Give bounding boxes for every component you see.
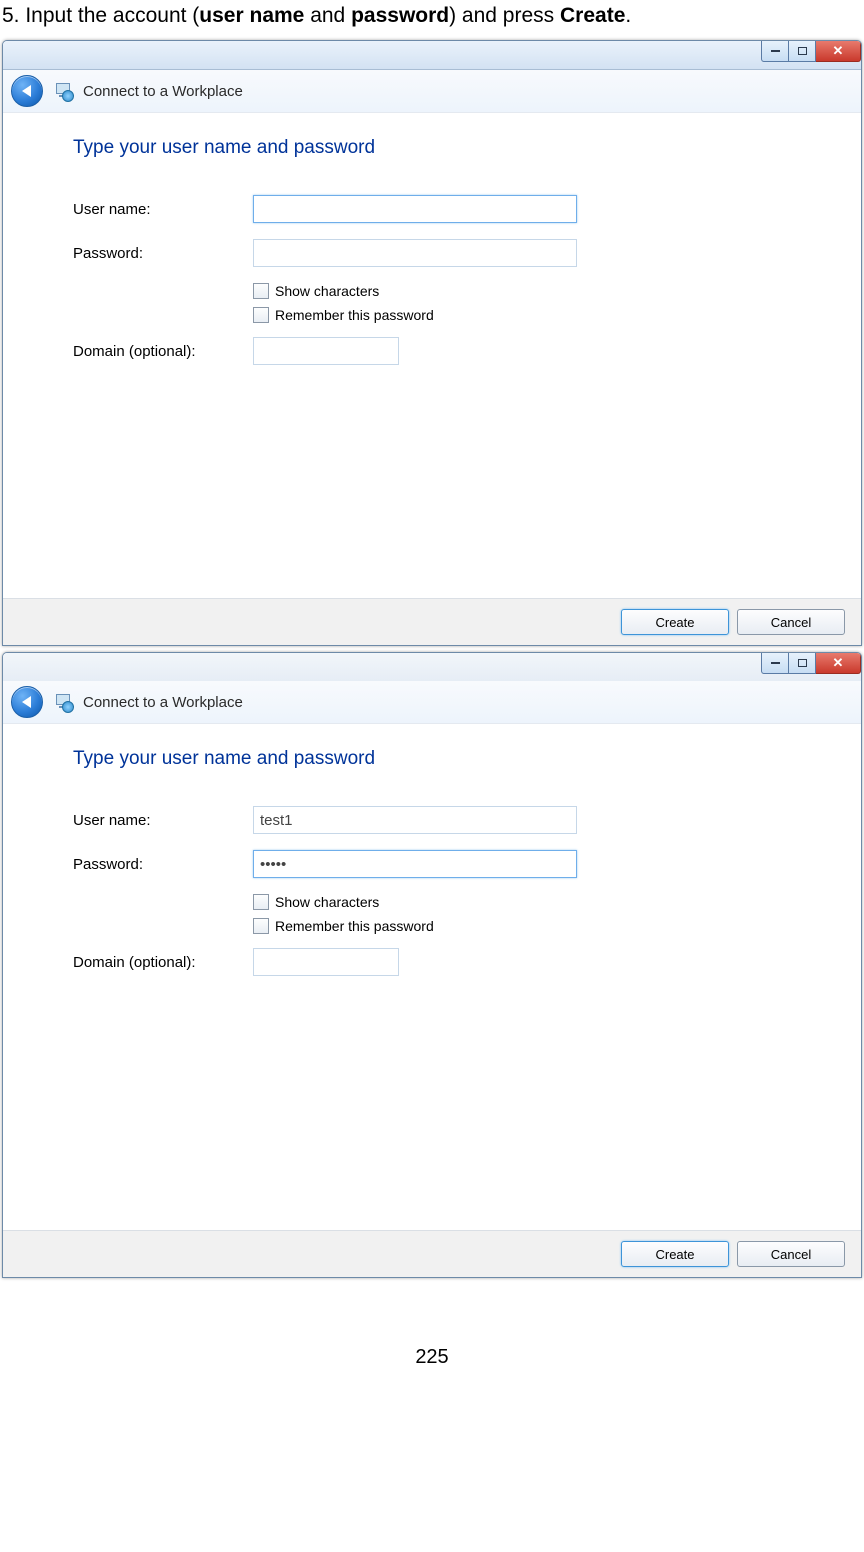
instr-suf2: .: [625, 4, 631, 27]
page-heading: Type your user name and password: [73, 137, 821, 159]
back-button[interactable]: [11, 75, 43, 107]
show-characters-label: Show characters: [275, 894, 379, 910]
close-button[interactable]: ✕: [816, 40, 861, 62]
minimize-button[interactable]: [761, 40, 788, 62]
create-button[interactable]: Create: [621, 609, 729, 635]
network-icon: [53, 692, 73, 712]
domain-label: Domain (optional):: [73, 343, 253, 360]
create-button[interactable]: Create: [621, 1241, 729, 1267]
page-heading: Type your user name and password: [73, 748, 821, 770]
remember-password-label: Remember this password: [275, 918, 434, 934]
page-number: 225: [2, 1346, 862, 1369]
back-button[interactable]: [11, 686, 43, 718]
wizard-title: Connect to a Workplace: [83, 694, 243, 711]
password-input[interactable]: [253, 239, 577, 267]
password-label: Password:: [73, 245, 253, 262]
maximize-button[interactable]: [788, 652, 816, 674]
username-label: User name:: [73, 201, 253, 218]
remember-password-checkbox[interactable]: [253, 307, 269, 323]
window-titlebar: ✕: [3, 41, 861, 70]
instruction-text: 5. Input the account (user name and pass…: [2, 4, 862, 28]
network-icon: [53, 81, 73, 101]
cancel-button[interactable]: Cancel: [737, 609, 845, 635]
wizard-header: Connect to a Workplace: [3, 70, 861, 113]
instr-password: password: [351, 4, 449, 27]
obscured-background: ✕: [3, 653, 861, 681]
cancel-button[interactable]: Cancel: [737, 1241, 845, 1267]
show-characters-checkbox[interactable]: [253, 894, 269, 910]
domain-label: Domain (optional):: [73, 954, 253, 971]
back-arrow-icon: [22, 85, 31, 97]
remember-password-checkbox[interactable]: [253, 918, 269, 934]
window-footer: Create Cancel: [3, 1230, 861, 1277]
username-input[interactable]: [253, 806, 577, 834]
instr-create: Create: [560, 4, 625, 27]
password-label: Password:: [73, 856, 253, 873]
window-footer: Create Cancel: [3, 598, 861, 645]
instr-mid: and: [304, 4, 351, 27]
close-button[interactable]: ✕: [816, 652, 861, 674]
minimize-button[interactable]: [761, 652, 788, 674]
maximize-button[interactable]: [788, 40, 816, 62]
domain-input[interactable]: [253, 337, 399, 365]
instr-prefix: 5. Input the account (: [2, 4, 199, 27]
password-input[interactable]: [253, 850, 577, 878]
domain-input[interactable]: [253, 948, 399, 976]
username-label: User name:: [73, 812, 253, 829]
instr-suf1: ) and press: [449, 4, 560, 27]
remember-password-label: Remember this password: [275, 307, 434, 323]
back-arrow-icon: [22, 696, 31, 708]
username-input[interactable]: [253, 195, 577, 223]
show-characters-checkbox[interactable]: [253, 283, 269, 299]
wizard-title: Connect to a Workplace: [83, 83, 243, 100]
connect-workplace-window-2: ✕ Connect to a Workplace Type your user …: [2, 652, 862, 1278]
connect-workplace-window-1: ✕ Connect to a Workplace Type your user …: [2, 40, 862, 646]
show-characters-label: Show characters: [275, 283, 379, 299]
wizard-header: Connect to a Workplace: [3, 681, 861, 724]
instr-username: user name: [199, 4, 304, 27]
